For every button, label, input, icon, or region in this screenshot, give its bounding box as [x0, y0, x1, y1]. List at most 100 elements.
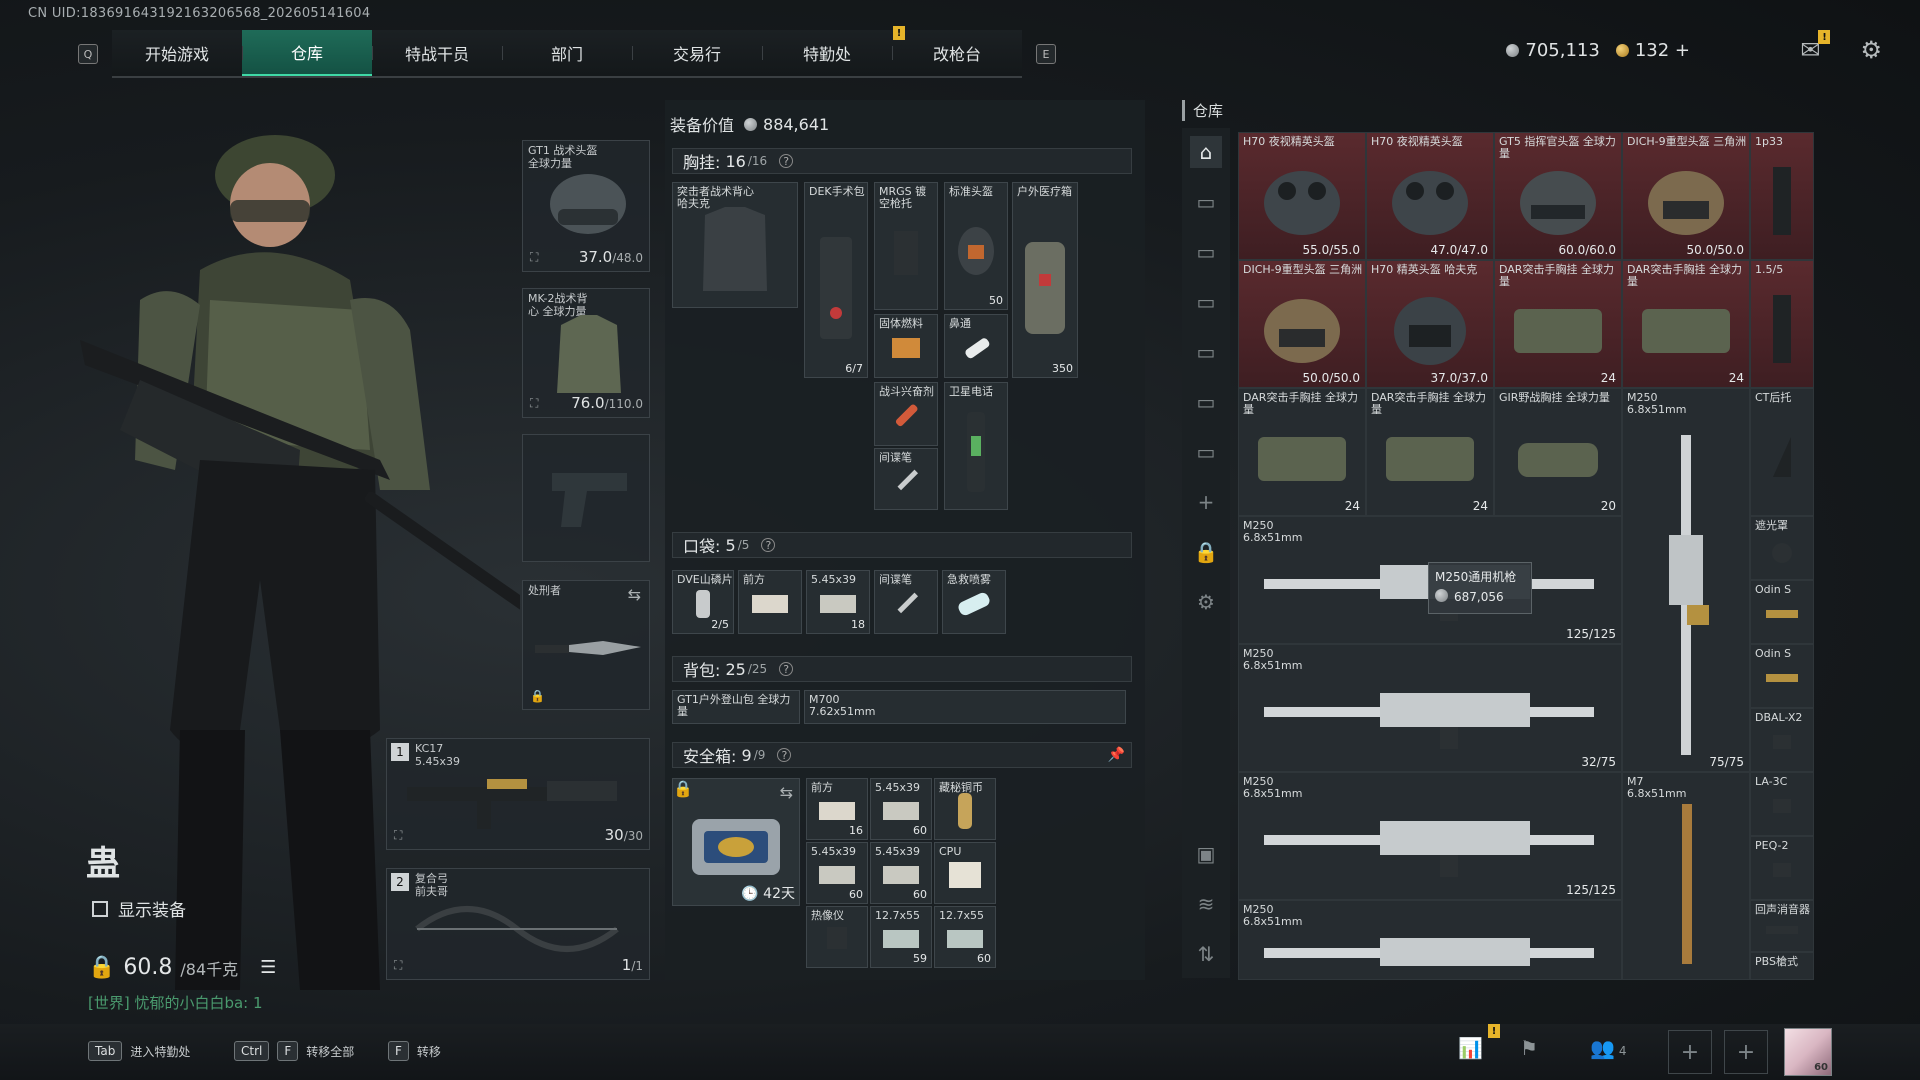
safebox-item[interactable]: 5.45x39 60 [870, 778, 932, 840]
warehouse-item[interactable]: H70 夜视精英头盔 47.0/47.0 [1366, 132, 1494, 260]
safebox-item[interactable]: 藏秘铜币 [934, 778, 996, 840]
chest-rig-item[interactable]: DEK手术包 6/7 [804, 182, 868, 378]
pocket-item[interactable]: 5.45x39 18 [806, 570, 870, 634]
warehouse-item[interactable]: H70 精英头盔 哈夫克 37.0/37.0 [1366, 260, 1494, 388]
storage-tab-2-icon[interactable]: ▭ [1190, 236, 1222, 268]
pistol-slot-empty[interactable] [522, 434, 650, 562]
layers-icon[interactable]: ≋ [1190, 888, 1222, 920]
safebox-item[interactable]: 12.7x55 60 [934, 906, 996, 968]
add-teammate-slot-1[interactable]: + [1668, 1030, 1712, 1074]
storage-tab-3-icon[interactable]: ▭ [1190, 286, 1222, 318]
chest-rig-item[interactable]: 户外医疗箱 350 [1012, 182, 1078, 378]
backpack-item[interactable]: GT1户外登山包 全球力量 [672, 690, 800, 724]
warehouse-item[interactable]: PEQ-2 [1750, 836, 1814, 900]
tab-trading[interactable]: 交易行 [632, 30, 762, 76]
warehouse-item[interactable]: LA-3C [1750, 772, 1814, 836]
warehouse-item[interactable]: 1.5/5 [1750, 260, 1814, 388]
storage-settings-icon[interactable]: ⚙ [1190, 586, 1222, 618]
help-icon[interactable]: ? [777, 748, 792, 762]
chest-rig-item[interactable]: 标准头盔 50 [944, 182, 1008, 310]
gold-currency[interactable]: 132 + [1615, 40, 1690, 61]
warehouse-item[interactable]: DAR突击手胸挂 全球力量 24 [1622, 260, 1750, 388]
tab-department[interactable]: 部门 [502, 30, 632, 76]
pocket-item[interactable]: 急救喷雾 [942, 570, 1006, 634]
warehouse-item[interactable]: CT后托 [1750, 388, 1814, 516]
list-icon[interactable]: ☰ [260, 957, 276, 978]
warehouse-item[interactable]: Odin S [1750, 644, 1814, 708]
warehouse-item[interactable]: DAR突击手胸挂 全球力量 24 [1494, 260, 1622, 388]
warehouse-item[interactable]: 遮光罩 [1750, 516, 1814, 580]
safebox-item[interactable]: 5.45x39 60 [806, 842, 868, 904]
tab-gunsmith[interactable]: 改枪台 [892, 30, 1022, 76]
storage-tab-1-icon[interactable]: ▭ [1190, 186, 1222, 218]
warehouse-home-icon[interactable]: ⌂ [1190, 136, 1222, 168]
swap-icon[interactable]: ⇆ [780, 783, 793, 802]
warehouse-item[interactable]: GT5 指挥官头盔 全球力量 60.0/60.0 [1494, 132, 1622, 260]
pocket-item[interactable]: 间谍笔 [874, 570, 938, 634]
warehouse-item[interactable]: M7 6.8x51mm [1622, 772, 1750, 980]
safebox-item[interactable]: 12.7x55 59 [870, 906, 932, 968]
safebox-item[interactable]: 5.45x39 60 [870, 842, 932, 904]
flag-icon[interactable]: ⚑ [1520, 1036, 1538, 1060]
help-icon[interactable]: ? [779, 662, 794, 676]
warehouse-item[interactable]: M250 6.8x51mm 75/75 [1622, 388, 1750, 772]
warehouse-item[interactable]: DICH-9重型头盔 三角洲 50.0/50.0 [1622, 132, 1750, 260]
swap-icon[interactable]: ⇆ [628, 585, 641, 604]
add-storage-icon[interactable]: + [1190, 486, 1222, 518]
world-chat-line[interactable]: [世界] 忧郁的小白白ba: 1 [88, 992, 263, 1013]
warehouse-item[interactable]: 1p33 [1750, 132, 1814, 260]
warehouse-item[interactable]: PBS槍式 [1750, 952, 1814, 980]
melee-slot[interactable]: 处刑者 ⇆ 🔒 [522, 580, 650, 710]
chest-rig-item[interactable]: MRGS 镀空枪托 [874, 182, 938, 310]
mail-icon[interactable]: ✉! [1800, 30, 1831, 64]
warehouse-item[interactable]: GIR野战胸挂 全球力量 20 [1494, 388, 1622, 516]
show-equipment-checkbox[interactable] [92, 900, 108, 917]
help-icon[interactable]: ? [779, 154, 794, 168]
secondary-weapon-slot[interactable]: 2 复合弓 前夫哥 ⛶ 1/1 [386, 868, 650, 980]
storage-tab-4-icon[interactable]: ▭ [1190, 336, 1222, 368]
friends-icon[interactable]: 👥 4 [1590, 1036, 1627, 1060]
safebox-case[interactable]: ⇆ 🔒 🕒 42天 [672, 778, 800, 906]
warehouse-item[interactable]: M250 6.8x51mm [1238, 900, 1622, 980]
tab-start-game[interactable]: 开始游戏 [112, 30, 242, 76]
safebox-item[interactable]: 前方 16 [806, 778, 868, 840]
hint-transfer[interactable]: F 转移 [388, 1041, 441, 1061]
help-icon[interactable]: ? [761, 538, 776, 552]
warehouse-item[interactable]: DAR突击手胸挂 全球力量 24 [1366, 388, 1494, 516]
locked-storage-icon[interactable]: 🔒 [1190, 536, 1222, 568]
chest-rig-item[interactable]: 固体燃料 [874, 314, 938, 378]
warehouse-item[interactable]: M250 6.8x51mm 32/75 [1238, 644, 1622, 772]
pocket-item[interactable]: 前方 [738, 570, 802, 634]
pin-icon[interactable]: 📌 [1108, 747, 1125, 763]
chest-rig-item[interactable]: 卫星电话 [944, 382, 1008, 510]
player-avatar[interactable]: 60 [1784, 1028, 1832, 1076]
warehouse-item[interactable]: M250 6.8x51mm 125/125 [1238, 772, 1622, 900]
warehouse-item[interactable]: DAR突击手胸挂 全球力量 24 [1238, 388, 1366, 516]
chest-rig-item[interactable]: 间谍笔 [874, 448, 938, 510]
chest-rig-item[interactable]: 鼻通 [944, 314, 1008, 378]
safebox-item[interactable]: CPU [934, 842, 996, 904]
helmet-slot[interactable]: GT1 战术头盔 全球力量 ⛶ 37.0/48.0 [522, 140, 650, 272]
warehouse-item[interactable]: H70 夜视精英头盔 55.0/55.0 [1238, 132, 1366, 260]
warehouse-item[interactable]: DICH-9重型头盔 三角洲 50.0/50.0 [1238, 260, 1366, 388]
safe-icon[interactable]: ▣ [1190, 838, 1222, 870]
tab-warehouse[interactable]: 仓库 [242, 30, 372, 76]
next-tab-key[interactable]: E [1036, 44, 1056, 64]
add-currency-button[interactable]: + [1675, 40, 1690, 61]
backpack-item[interactable]: M700 7.62x51mm [804, 690, 1126, 724]
hint-transfer-all[interactable]: Ctrl F 转移全部 [234, 1041, 354, 1061]
chest-rig-item[interactable]: 突击者战术背心 哈夫克 [672, 182, 798, 308]
tab-operators[interactable]: 特战干员 [372, 30, 502, 76]
safebox-item[interactable]: 热像仪 [806, 906, 868, 968]
storage-tab-5-icon[interactable]: ▭ [1190, 386, 1222, 418]
primary-weapon-slot[interactable]: 1 KC17 5.45x39 ⛶ 30/30 [386, 738, 650, 850]
warehouse-item[interactable]: DBAL-X2 [1750, 708, 1814, 772]
storage-tab-6-icon[interactable]: ▭ [1190, 436, 1222, 468]
armor-slot[interactable]: MK-2战术背心 全球力量 ⛶ 76.0/110.0 [522, 288, 650, 418]
prev-tab-key[interactable]: Q [78, 44, 98, 64]
sort-icon[interactable]: ⇅ [1190, 938, 1222, 970]
show-equipment-toggle[interactable]: 显示装备 [92, 896, 186, 921]
chest-rig-item[interactable]: 战斗兴奋剂 [874, 382, 938, 446]
warehouse-item[interactable]: Odin S [1750, 580, 1814, 644]
settings-gear-icon[interactable]: ⚙ [1860, 36, 1882, 64]
